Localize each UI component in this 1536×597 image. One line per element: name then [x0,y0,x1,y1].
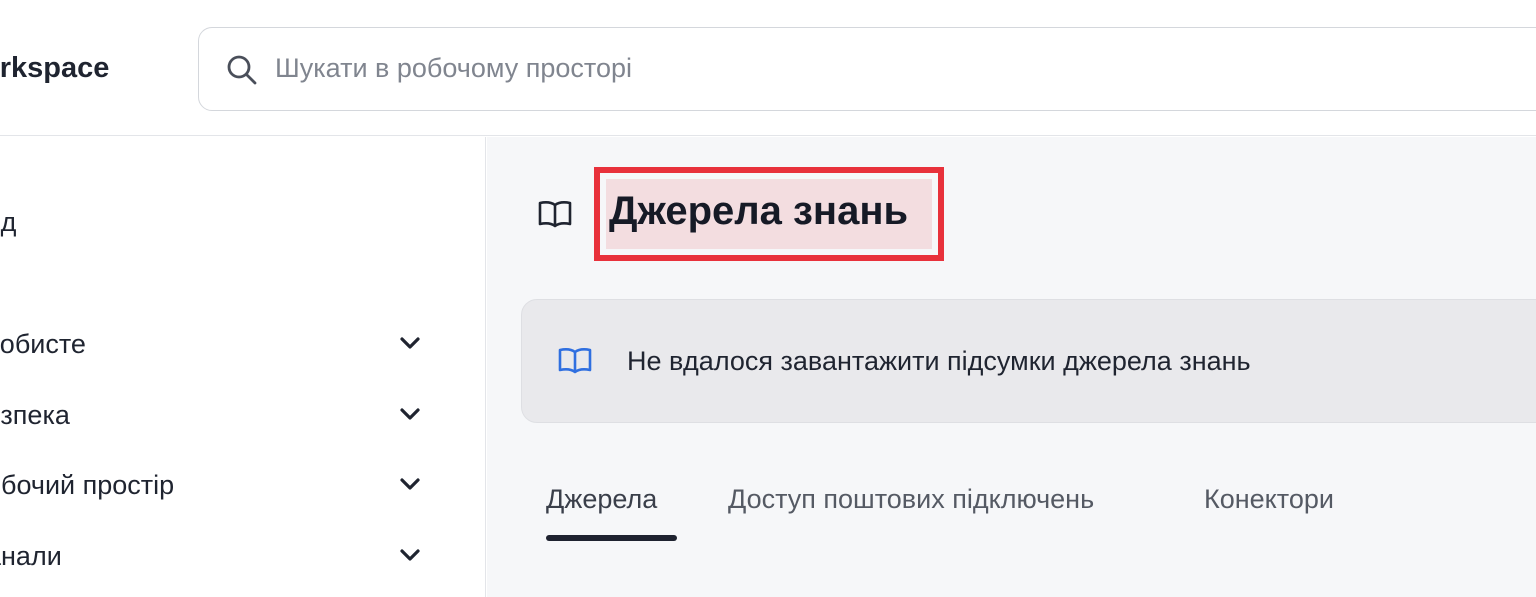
book-open-icon [558,348,592,374]
main-content: Джерела знань Не вдалося завантажити під… [487,137,1536,597]
sidebar-item-label: езпека [0,400,70,430]
chevron-down-icon[interactable] [399,476,421,492]
sidebar-item-label: анали [0,541,62,571]
chevron-down-icon[interactable] [399,547,421,563]
tab-connectors[interactable]: Конектори [1204,484,1334,515]
chevron-down-icon[interactable] [399,406,421,422]
sidebar-item-label: яд [0,207,17,237]
error-alert: Не вдалося завантажити підсумки джерела … [521,299,1536,423]
sidebar: яд собисте езпека обочий простір анали [0,137,486,597]
tab-mail-connections-access[interactable]: Доступ поштових підключень [728,484,1094,515]
workspace-name[interactable]: orkspace [0,52,109,85]
sidebar-item-security[interactable]: езпека [0,386,440,442]
tab-sources[interactable]: Джерела [546,484,657,515]
page-title: Джерела знань [609,189,909,233]
search-icon [227,55,257,85]
sidebar-item-label: собисте [0,329,86,359]
sidebar-item-channels[interactable]: анали [0,527,440,583]
app-window: orkspace яд собисте езпека обочи [0,0,1536,597]
top-header: orkspace [0,0,1536,136]
chevron-down-icon[interactable] [399,335,421,351]
sidebar-item-label: обочий простір [0,470,175,500]
alert-message: Не вдалося завантажити підсумки джерела … [627,346,1251,376]
sidebar-item-personal[interactable]: собисте [0,315,440,371]
sidebar-item-workspace[interactable]: обочий простір [0,456,440,512]
search-box[interactable] [198,27,1536,111]
search-input[interactable] [275,28,1275,109]
active-tab-indicator [546,535,677,541]
book-open-icon [538,201,572,228]
sidebar-item-overview[interactable]: яд [0,193,440,249]
